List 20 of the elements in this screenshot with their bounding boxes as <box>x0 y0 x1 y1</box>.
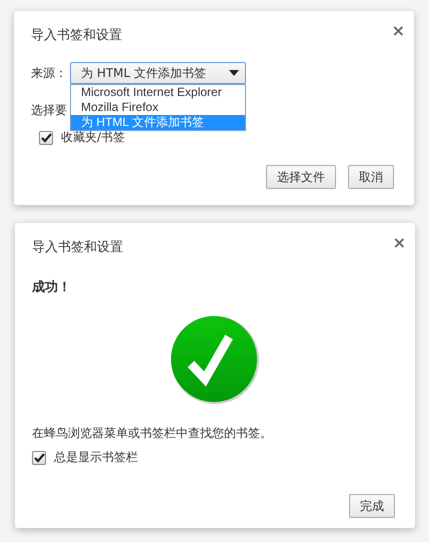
checkbox[interactable] <box>32 450 46 464</box>
dialog-button[interactable]: 选择文件 <box>266 165 336 189</box>
dialog-button[interactable]: 完成 <box>349 494 395 518</box>
dialog-title: 导入书签和设置 <box>31 27 122 44</box>
checkbox-label: 收藏夹/书签 <box>61 129 126 146</box>
source-dropdown[interactable]: 为 HTML 文件添加书签 <box>70 62 246 84</box>
close-button[interactable]: × <box>392 23 405 39</box>
dropdown-option[interactable]: Microsoft Internet Explorer <box>71 85 245 100</box>
dialog-button[interactable]: 取消 <box>348 165 394 189</box>
checkbox-label: 总是显示书签栏 <box>54 449 138 466</box>
source-label: 来源： <box>31 64 68 82</box>
message-text: 在蜂鸟浏览器菜单或书签栏中查找您的书签。 <box>32 425 272 442</box>
caret-icon <box>229 70 239 76</box>
dropdown-option[interactable]: Mozilla Firefox <box>71 100 245 115</box>
dialog-title: 导入书签和设置 <box>32 239 123 256</box>
success-heading: 成功！ <box>32 279 71 296</box>
items-label: 选择要 <box>31 102 67 119</box>
close-button[interactable]: × <box>392 235 406 251</box>
success-check-icon <box>169 314 261 406</box>
checkbox[interactable] <box>39 130 53 144</box>
